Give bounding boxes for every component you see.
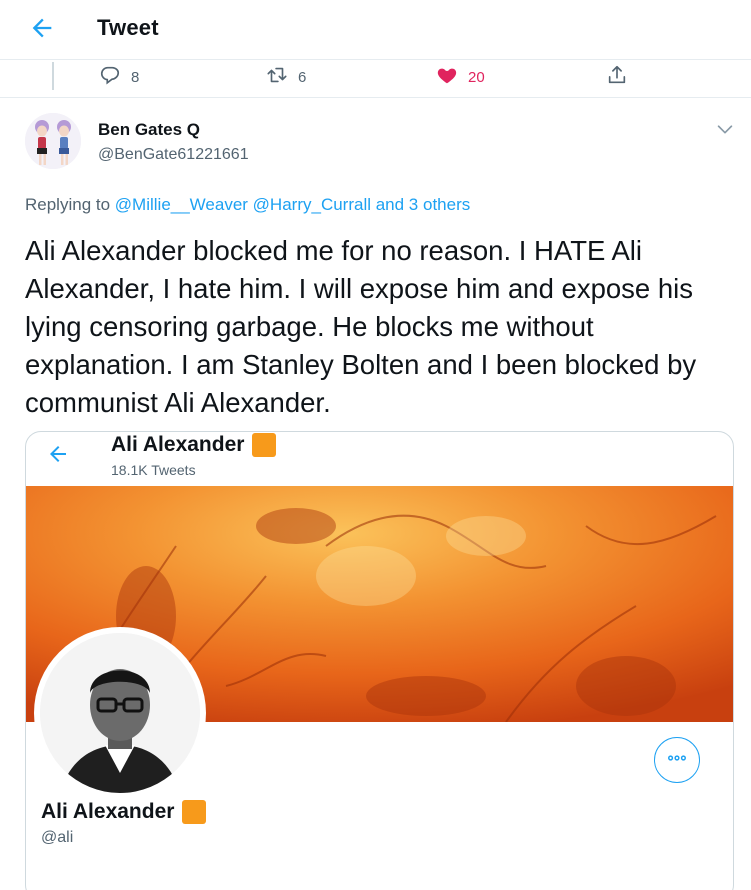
ellipsis-icon	[666, 747, 688, 774]
replying-to-line: Replying to @Millie__Weaver @Harry_Curra…	[25, 195, 470, 215]
retweet-button[interactable]: 6	[266, 64, 306, 90]
profile-photo	[34, 627, 206, 799]
divider	[0, 97, 751, 98]
retweet-icon	[266, 64, 288, 90]
like-count: 20	[468, 68, 485, 86]
back-arrow-icon	[46, 442, 70, 466]
chevron-down-icon[interactable]	[714, 118, 736, 140]
retweet-count: 6	[298, 68, 307, 86]
page-title: Tweet	[97, 15, 159, 40]
embedded-image-card[interactable]: Ali Alexander 18.1K Tweets Ali Alexander…	[25, 431, 734, 890]
back-arrow-icon[interactable]	[28, 14, 56, 42]
author-avatar[interactable]	[25, 113, 81, 169]
embedded-profile-name-text: Ali Alexander	[41, 800, 175, 823]
embedded-header-name: Ali Alexander	[111, 433, 277, 457]
heart-icon	[436, 64, 458, 90]
like-button[interactable]: 20	[436, 64, 485, 90]
author-handle[interactable]: @BenGate61221661	[98, 146, 249, 164]
replying-to-users-link[interactable]: @Millie__Weaver @Harry_Currall and 3 oth…	[115, 195, 470, 214]
share-icon	[606, 64, 628, 90]
orange-square-icon	[252, 433, 277, 457]
embedded-tweet-count: 18.1K Tweets	[111, 462, 196, 478]
embedded-profile-name: Ali Alexander	[41, 800, 207, 824]
page-header: Tweet	[0, 0, 751, 60]
previous-tweet-actions: 8 6 20	[0, 64, 751, 90]
orange-square-icon	[182, 800, 207, 824]
embedded-header-name-text: Ali Alexander	[111, 433, 245, 456]
share-button[interactable]	[606, 64, 628, 90]
tweet-text: Ali Alexander blocked me for no reason. …	[25, 235, 697, 418]
replying-to-prefix: Replying to	[25, 195, 111, 214]
reply-icon	[99, 64, 121, 90]
reply-button[interactable]: 8	[99, 64, 139, 90]
reply-count: 8	[131, 68, 140, 86]
more-options-button[interactable]	[654, 737, 700, 783]
author-name[interactable]: Ben Gates Q	[98, 120, 200, 140]
embedded-profile-handle: @ali	[41, 829, 74, 846]
